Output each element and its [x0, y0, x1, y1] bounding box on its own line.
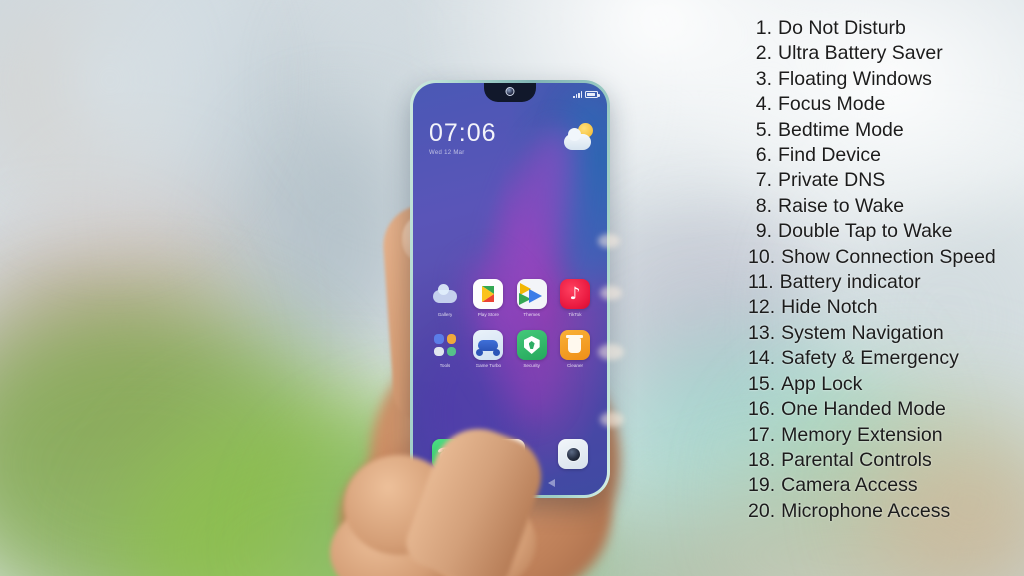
feature-list-item-label: Hide Notch: [781, 296, 878, 319]
feature-list-item-number: 10.: [748, 245, 776, 268]
feature-list-item-label: App Lock: [781, 372, 863, 395]
feature-list-item-label: Microphone Access: [781, 499, 951, 522]
app-label: Game Turbo: [475, 363, 502, 368]
feature-list-item: 14. Safety & Emergency: [748, 346, 1020, 371]
feature-list-item-label: Safety & Emergency: [781, 347, 959, 370]
status-bar: [413, 87, 607, 101]
feature-list-item: 8. Raise to Wake: [748, 194, 1020, 219]
security-shield-icon: [516, 330, 547, 360]
app-row: Tools Game Turbo Security Cleaner: [425, 330, 595, 368]
feature-list-item-label: Focus Mode: [778, 93, 886, 116]
themes-icon: [516, 279, 547, 309]
feature-list-item: 11. Battery indicator: [748, 270, 1020, 295]
feature-list-item-number: 3.: [755, 67, 772, 90]
app-tools-folder[interactable]: Tools: [425, 330, 465, 368]
hand-holding-phone: 07:06 Wed 12 Mar Gallery Play Store Them…: [330, 0, 710, 576]
fingertip-highlight: [598, 234, 620, 248]
feature-list-item-label: Battery indicator: [779, 271, 921, 294]
cloud-icon: [564, 128, 591, 150]
feature-list-item: 13. System Navigation: [748, 321, 1020, 346]
game-turbo-icon: [473, 330, 504, 360]
feature-list-item: 1. Do Not Disturb: [748, 16, 1020, 41]
app-themes[interactable]: Themes: [512, 279, 552, 317]
feature-list-item-number: 18.: [748, 448, 776, 471]
app-label: Gallery: [437, 312, 453, 317]
app-row: Gallery Play Store Themes ♪ TikTok: [425, 279, 595, 317]
clock-widget[interactable]: 07:06 Wed 12 Mar: [429, 119, 497, 157]
app-gallery[interactable]: Gallery: [425, 279, 465, 317]
app-security[interactable]: Security: [512, 330, 552, 368]
app-play-store[interactable]: Play Store: [468, 279, 508, 317]
feature-list-item: 7. Private DNS: [748, 168, 1020, 193]
tools-folder-icon: [430, 330, 460, 360]
feature-list-item: 9. Double Tap to Wake: [748, 219, 1020, 244]
feature-list-item-label: Find Device: [778, 144, 881, 167]
camera-icon: [558, 439, 588, 469]
feature-list-item-label: Show Connection Speed: [781, 245, 996, 268]
feature-list-item: 4. Focus Mode: [748, 92, 1020, 117]
app-label: Themes: [523, 312, 540, 317]
feature-list-item-number: 12.: [748, 296, 776, 319]
feature-list-item: 6. Find Device: [748, 143, 1020, 168]
feature-list-item: 20. Microphone Access: [748, 499, 1020, 524]
feature-list-item-label: Bedtime Mode: [778, 118, 904, 141]
clock-time: 07:06: [429, 119, 497, 147]
feature-list-item: 16. One Handed Mode: [748, 397, 1020, 422]
fingertip-highlight: [600, 286, 622, 300]
feature-list-item-number: 6.: [755, 144, 772, 167]
feature-list-item-number: 14.: [748, 347, 776, 370]
app-label: TikTok: [568, 312, 582, 317]
feature-list-item: 18. Parental Controls: [748, 448, 1020, 473]
feature-list-item: 15. App Lock: [748, 372, 1020, 397]
feature-list-item-number: 13.: [748, 321, 776, 344]
back-icon[interactable]: [547, 479, 555, 487]
feature-list-item: 19. Camera Access: [748, 473, 1020, 498]
feature-list-item-label: Do Not Disturb: [778, 17, 906, 39]
weather-widget[interactable]: [564, 123, 594, 151]
feature-list-item: 17. Memory Extension: [748, 423, 1020, 448]
feature-list-item-number: 20.: [748, 499, 776, 522]
feature-list-item-number: 7.: [755, 169, 772, 192]
feature-list-item: 5. Bedtime Mode: [748, 118, 1020, 143]
feature-list-item-label: Parental Controls: [781, 448, 932, 471]
app-label: Security: [523, 363, 540, 368]
feature-list-item: 10. Show Connection Speed: [748, 245, 1020, 270]
feature-list-item-number: 9.: [755, 220, 772, 243]
feature-list-item-label: Ultra Battery Saver: [778, 42, 943, 65]
feature-list-item-number: 17.: [748, 423, 776, 446]
feature-list-item: 12. Hide Notch: [748, 295, 1020, 320]
feature-list-item-number: 11.: [748, 271, 774, 294]
feature-list-item-label: Floating Windows: [778, 67, 932, 90]
gallery-icon: [430, 279, 460, 309]
app-label: Play Store: [477, 312, 499, 317]
feature-list-item-label: Double Tap to Wake: [778, 220, 953, 243]
feature-list-item-label: Memory Extension: [781, 423, 943, 446]
feature-list-item-label: Camera Access: [781, 474, 918, 497]
feature-list-item-number: 1.: [755, 17, 772, 39]
feature-list-item-number: 8.: [755, 194, 772, 217]
feature-list-item-label: Private DNS: [778, 169, 886, 192]
app-label: Tools: [439, 363, 451, 368]
feature-list-item-label: System Navigation: [781, 321, 944, 344]
feature-list-item-number: 16.: [748, 398, 776, 421]
feature-list-item-label: One Handed Mode: [781, 398, 946, 421]
fingertip-highlight: [600, 412, 624, 427]
clock-date: Wed 12 Mar: [429, 150, 465, 156]
play-store-icon: [473, 279, 504, 309]
feature-list-item-label: Raise to Wake: [778, 194, 905, 217]
feature-list: 1. Do Not Disturb 2. Ultra Battery Saver 3. F…: [748, 16, 1020, 524]
feature-list-item-number: 19.: [748, 474, 776, 497]
feature-list-item-number: 2.: [755, 42, 772, 65]
app-game-turbo[interactable]: Game Turbo: [468, 330, 508, 368]
battery-icon: [585, 90, 600, 98]
fingertip-highlight: [598, 344, 624, 360]
feature-list-item: 2. Ultra Battery Saver: [748, 41, 1020, 66]
feature-list-item: 3. Floating Windows: [748, 67, 1020, 92]
feature-list-item-number: 15.: [748, 372, 776, 395]
signal-bars-icon: [573, 90, 582, 98]
app-grid: Gallery Play Store Themes ♪ TikTok Tools…: [413, 279, 607, 381]
feature-list-item-number: 4.: [755, 93, 772, 116]
feature-list-item-number: 5.: [755, 118, 772, 141]
